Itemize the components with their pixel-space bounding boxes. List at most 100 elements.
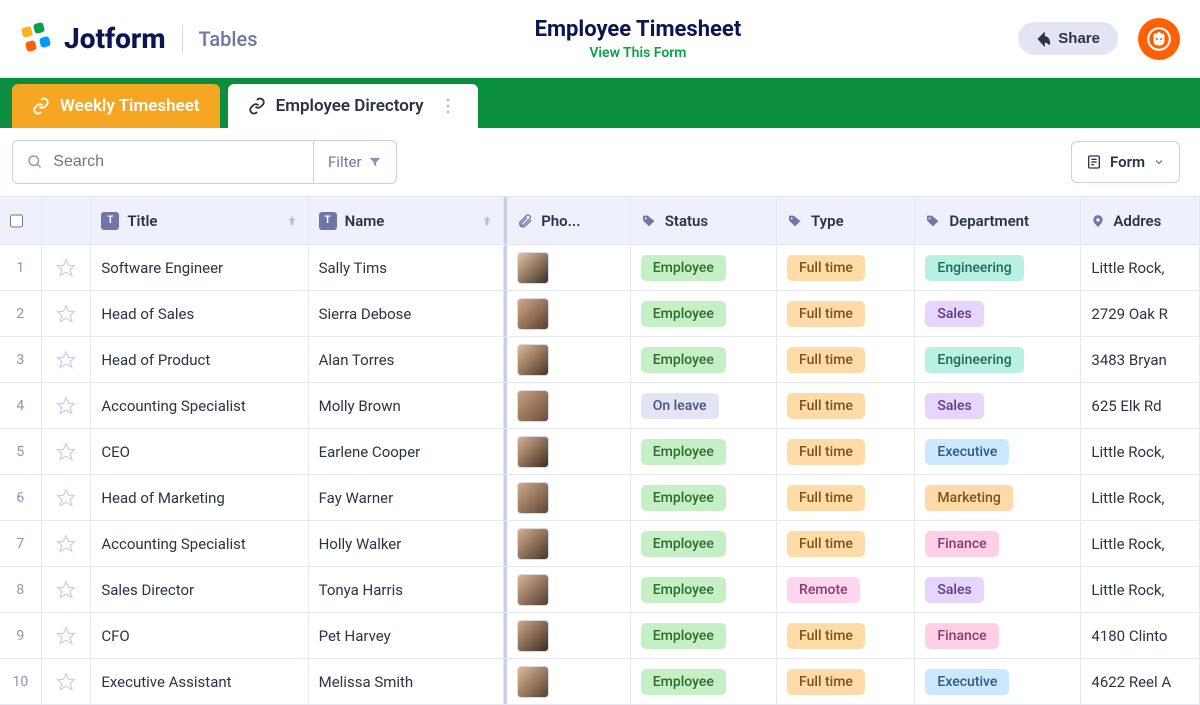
cell-address[interactable]: Little Rock, — [1081, 521, 1200, 566]
product-label[interactable]: Tables — [199, 27, 258, 51]
row-star[interactable] — [42, 613, 92, 658]
table-row[interactable]: 6Head of MarketingFay WarnerEmployeeFull… — [0, 475, 1200, 521]
cell-title[interactable]: Software Engineer — [91, 245, 308, 290]
cell-type[interactable]: Full time — [777, 429, 915, 474]
column-header-name[interactable]: T Name — [309, 197, 505, 244]
cell-photo[interactable] — [504, 291, 631, 336]
row-star[interactable] — [42, 337, 92, 382]
cell-name[interactable]: Melissa Smith — [309, 659, 505, 704]
cell-name[interactable]: Sally Tims — [309, 245, 505, 290]
row-star[interactable] — [42, 429, 92, 474]
cell-address[interactable]: Little Rock, — [1081, 475, 1200, 520]
cell-department[interactable]: Sales — [915, 291, 1081, 336]
cell-status[interactable]: Employee — [631, 521, 777, 566]
table-row[interactable]: 9CFOPet HarveyEmployeeFull timeFinance41… — [0, 613, 1200, 659]
table-row[interactable]: 8Sales DirectorTonya HarrisEmployeeRemot… — [0, 567, 1200, 613]
cell-type[interactable]: Full time — [777, 475, 915, 520]
pin-icon[interactable] — [286, 214, 298, 228]
cell-address[interactable]: 4180 Clinto — [1081, 613, 1200, 658]
cell-address[interactable]: Little Rock, — [1081, 567, 1200, 612]
cell-department[interactable]: Engineering — [915, 337, 1081, 382]
cell-type[interactable]: Full time — [777, 383, 915, 428]
cell-photo[interactable] — [504, 613, 631, 658]
cell-title[interactable]: Sales Director — [91, 567, 308, 612]
cell-department[interactable]: Marketing — [915, 475, 1081, 520]
cell-title[interactable]: Head of Sales — [91, 291, 308, 336]
row-star[interactable] — [42, 567, 92, 612]
column-header-title[interactable]: T Title — [91, 197, 308, 244]
table-row[interactable]: 7Accounting SpecialistHolly WalkerEmploy… — [0, 521, 1200, 567]
cell-photo[interactable] — [504, 245, 631, 290]
cell-title[interactable]: CFO — [91, 613, 308, 658]
tab-menu-button[interactable] — [438, 98, 458, 114]
cell-department[interactable]: Executive — [915, 659, 1081, 704]
cell-department[interactable]: Finance — [915, 613, 1081, 658]
cell-title[interactable]: Head of Product — [91, 337, 308, 382]
cell-name[interactable]: Sierra Debose — [309, 291, 505, 336]
table-row[interactable]: 3Head of ProductAlan TorresEmployeeFull … — [0, 337, 1200, 383]
search-box[interactable] — [13, 141, 313, 183]
cell-department[interactable]: Sales — [915, 383, 1081, 428]
column-header-status[interactable]: Status — [631, 197, 777, 244]
cell-department[interactable]: Executive — [915, 429, 1081, 474]
cell-address[interactable]: 3483 Bryan — [1081, 337, 1200, 382]
column-header-department[interactable]: Department — [915, 197, 1081, 244]
row-star[interactable] — [42, 659, 92, 704]
brand-logo[interactable]: Jotform — [20, 21, 166, 57]
table-row[interactable]: 5CEOEarlene CooperEmployeeFull timeExecu… — [0, 429, 1200, 475]
row-star[interactable] — [42, 291, 92, 336]
tab-weekly-timesheet[interactable]: Weekly Timesheet — [12, 84, 220, 128]
row-star[interactable] — [42, 383, 92, 428]
cell-name[interactable]: Molly Brown — [309, 383, 505, 428]
search-input[interactable] — [53, 153, 299, 171]
cell-photo[interactable] — [504, 475, 631, 520]
cell-type[interactable]: Full time — [777, 245, 915, 290]
cell-department[interactable]: Sales — [915, 567, 1081, 612]
cell-type[interactable]: Full time — [777, 291, 915, 336]
cell-status[interactable]: Employee — [631, 567, 777, 612]
table-row[interactable]: 10Executive AssistantMelissa SmithEmploy… — [0, 659, 1200, 705]
cell-title[interactable]: CEO — [91, 429, 308, 474]
tab-employee-directory[interactable]: Employee Directory — [228, 84, 478, 128]
cell-status[interactable]: Employee — [631, 245, 777, 290]
cell-photo[interactable] — [504, 659, 631, 704]
view-form-link[interactable]: View This Form — [589, 45, 686, 61]
cell-department[interactable]: Engineering — [915, 245, 1081, 290]
cell-department[interactable]: Finance — [915, 521, 1081, 566]
row-star[interactable] — [42, 521, 92, 566]
cell-status[interactable]: Employee — [631, 475, 777, 520]
cell-title[interactable]: Accounting Specialist — [91, 383, 308, 428]
share-button[interactable]: Share — [1018, 22, 1118, 55]
cell-type[interactable]: Full time — [777, 521, 915, 566]
cell-name[interactable]: Holly Walker — [309, 521, 505, 566]
cell-title[interactable]: Accounting Specialist — [91, 521, 308, 566]
select-all-cell[interactable] — [0, 197, 42, 244]
form-view-button[interactable]: Form — [1071, 141, 1180, 183]
column-header-address[interactable]: Addres — [1081, 197, 1200, 244]
table-row[interactable]: 2Head of SalesSierra DeboseEmployeeFull … — [0, 291, 1200, 337]
cell-type[interactable]: Full time — [777, 613, 915, 658]
cell-address[interactable]: Little Rock, — [1081, 429, 1200, 474]
cell-name[interactable]: Alan Torres — [309, 337, 505, 382]
cell-status[interactable]: Employee — [631, 337, 777, 382]
table-row[interactable]: 4Accounting SpecialistMolly BrownOn leav… — [0, 383, 1200, 429]
cell-status[interactable]: On leave — [631, 383, 777, 428]
row-star[interactable] — [42, 245, 92, 290]
cell-status[interactable]: Employee — [631, 659, 777, 704]
cell-status[interactable]: Employee — [631, 291, 777, 336]
row-star[interactable] — [42, 475, 92, 520]
cell-photo[interactable] — [504, 337, 631, 382]
column-header-type[interactable]: Type — [777, 197, 915, 244]
cell-address[interactable]: 4622 Reel A — [1081, 659, 1200, 704]
cell-type[interactable]: Full time — [777, 659, 915, 704]
cell-type[interactable]: Full time — [777, 337, 915, 382]
cell-address[interactable]: 2729 Oak R — [1081, 291, 1200, 336]
cell-address[interactable]: 625 Elk Rd — [1081, 383, 1200, 428]
cell-status[interactable]: Employee — [631, 429, 777, 474]
cell-name[interactable]: Pet Harvey — [309, 613, 505, 658]
column-header-photo[interactable]: Pho... — [504, 197, 631, 244]
pin-icon[interactable] — [481, 214, 493, 228]
cell-name[interactable]: Fay Warner — [309, 475, 505, 520]
cell-title[interactable]: Executive Assistant — [91, 659, 308, 704]
filter-button[interactable]: Filter — [313, 141, 396, 183]
